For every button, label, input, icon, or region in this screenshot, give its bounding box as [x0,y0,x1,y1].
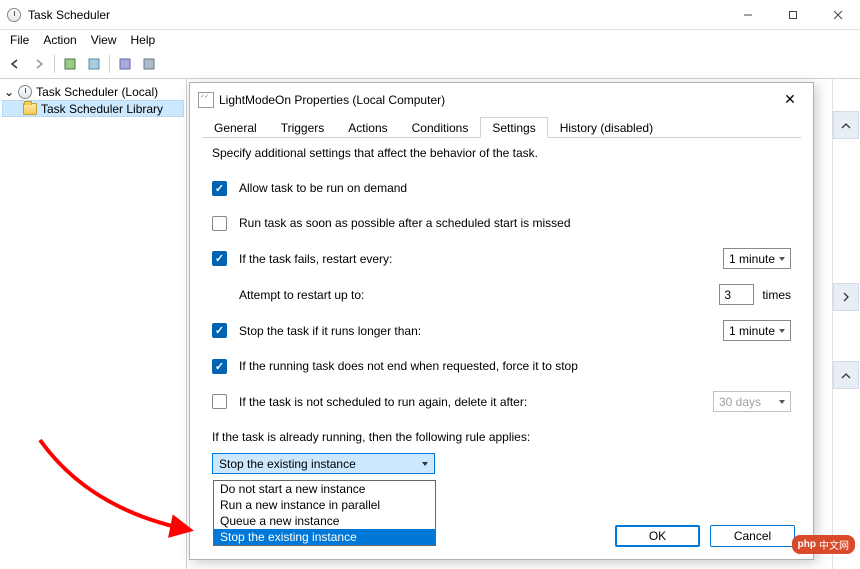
dialog-close-button[interactable]: ✕ [775,86,805,114]
pane-collapse-2[interactable] [833,361,859,389]
input-attempt-count[interactable] [719,284,754,305]
toolbar-btn-3[interactable] [114,53,136,75]
label-allow-on-demand: Allow task to be run on demand [239,181,791,195]
window-controls [725,0,860,30]
pane-collapse-1[interactable] [833,111,859,139]
checkbox-restart-every[interactable] [212,251,227,266]
scheduler-icon [18,85,32,99]
maximize-button[interactable] [770,0,815,30]
rule-dropdown-list: Do not start a new instance Run a new in… [213,480,436,546]
toolbar-btn-2[interactable] [83,53,105,75]
menu-file[interactable]: File [3,31,36,49]
combo-rule[interactable]: Stop the existing instance [212,453,435,474]
dialog-tabs: General Triggers Actions Conditions Sett… [202,116,801,138]
window-title: Task Scheduler [28,8,725,22]
pane-expand[interactable] [833,283,859,311]
tree-panel: ⌄ Task Scheduler (Local) Task Scheduler … [0,79,187,569]
checkbox-run-asap[interactable] [212,216,227,231]
tab-content-settings: Specify additional settings that affect … [190,138,813,482]
rule-option-0[interactable]: Do not start a new instance [214,481,435,497]
tab-conditions[interactable]: Conditions [400,117,481,138]
dialog-buttons: OK Cancel [615,525,795,547]
cancel-button[interactable]: Cancel [710,525,795,547]
combo-stop-longer[interactable]: 1 minute [723,320,791,341]
setting-force-stop: If the running task does not end when re… [212,356,791,376]
menu-view[interactable]: View [84,31,124,49]
setting-attempt-restart: Attempt to restart up to: times [212,284,791,305]
menu-help[interactable]: Help [124,31,163,49]
rule-option-3[interactable]: Stop the existing instance [214,529,435,545]
toolbar-separator [109,55,110,73]
checkbox-delete-after[interactable] [212,394,227,409]
checkbox-stop-longer[interactable] [212,323,227,338]
setting-stop-longer: Stop the task if it runs longer than: 1 … [212,320,791,341]
toolbar-btn-1[interactable] [59,53,81,75]
label-run-asap: Run task as soon as possible after a sch… [239,216,791,230]
rule-option-1[interactable]: Run a new instance in parallel [214,497,435,513]
watermark: php 中文网 [792,535,855,554]
tab-triggers[interactable]: Triggers [269,117,337,138]
label-stop-longer: Stop the task if it runs longer than: [239,324,673,338]
tab-actions[interactable]: Actions [336,117,399,138]
label-rule: If the task is already running, then the… [212,430,791,444]
dialog-title: LightModeOn Properties (Local Computer) [219,93,775,107]
label-attempt-restart: Attempt to restart up to: [239,288,694,302]
combo-delete-after: 30 days [713,391,791,412]
back-button[interactable] [4,53,26,75]
combo-rule-value: Stop the existing instance [219,457,356,471]
tree-root-label: Task Scheduler (Local) [36,85,158,99]
setting-rule: If the task is already running, then the… [212,427,791,447]
toolbar-separator [54,55,55,73]
combo-restart-interval[interactable]: 1 minute [723,248,791,269]
label-delete-after: If the task is not scheduled to run agai… [239,395,688,409]
app-icon [7,8,21,22]
close-button[interactable] [815,0,860,30]
watermark-text: 中文网 [819,537,849,552]
label-restart-every: If the task fails, restart every: [239,252,673,266]
setting-restart-every: If the task fails, restart every: 1 minu… [212,248,791,269]
settings-description: Specify additional settings that affect … [212,146,791,160]
expand-icon[interactable]: ⌄ [4,85,14,99]
tree-root[interactable]: ⌄ Task Scheduler (Local) [2,83,184,100]
folder-icon [23,103,37,115]
rule-option-2[interactable]: Queue a new instance [214,513,435,529]
label-times: times [762,288,791,302]
tab-settings[interactable]: Settings [480,117,547,138]
watermark-php: php [798,539,816,550]
forward-button[interactable] [28,53,50,75]
setting-allow-on-demand: Allow task to be run on demand [212,178,791,198]
ok-button[interactable]: OK [615,525,700,547]
tab-general[interactable]: General [202,117,269,138]
setting-delete-after: If the task is not scheduled to run agai… [212,391,791,412]
tab-history[interactable]: History (disabled) [548,117,665,138]
toolbar-btn-4[interactable] [138,53,160,75]
properties-icon [198,92,214,108]
dialog-titlebar[interactable]: LightModeOn Properties (Local Computer) … [190,83,813,116]
checkbox-force-stop[interactable] [212,359,227,374]
setting-run-asap: Run task as soon as possible after a sch… [212,213,791,233]
label-force-stop: If the running task does not end when re… [239,359,791,373]
action-pane-strip [832,79,860,569]
toolbar [0,50,860,79]
minimize-button[interactable] [725,0,770,30]
properties-dialog: LightModeOn Properties (Local Computer) … [189,82,814,560]
menu-action[interactable]: Action [36,31,83,49]
window-titlebar: Task Scheduler [0,0,860,30]
menubar: File Action View Help [0,30,860,50]
tree-library-label: Task Scheduler Library [41,102,163,116]
tree-library[interactable]: Task Scheduler Library [2,100,184,117]
checkbox-allow-on-demand[interactable] [212,181,227,196]
